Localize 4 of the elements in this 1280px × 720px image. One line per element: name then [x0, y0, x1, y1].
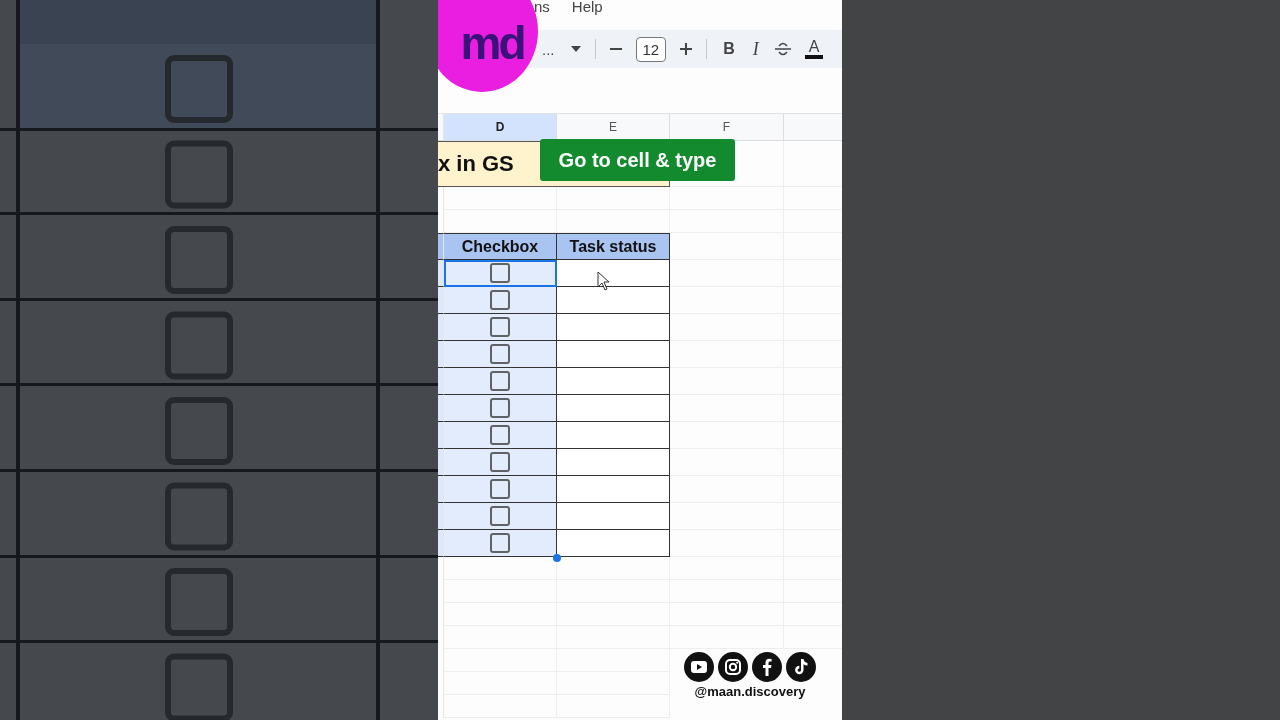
table-header: Checkbox: [444, 233, 557, 260]
table-header: Task status: [557, 233, 670, 260]
callout-tooltip: Go to cell & type: [540, 139, 735, 181]
social-handle: @maan.discovery: [694, 684, 806, 699]
